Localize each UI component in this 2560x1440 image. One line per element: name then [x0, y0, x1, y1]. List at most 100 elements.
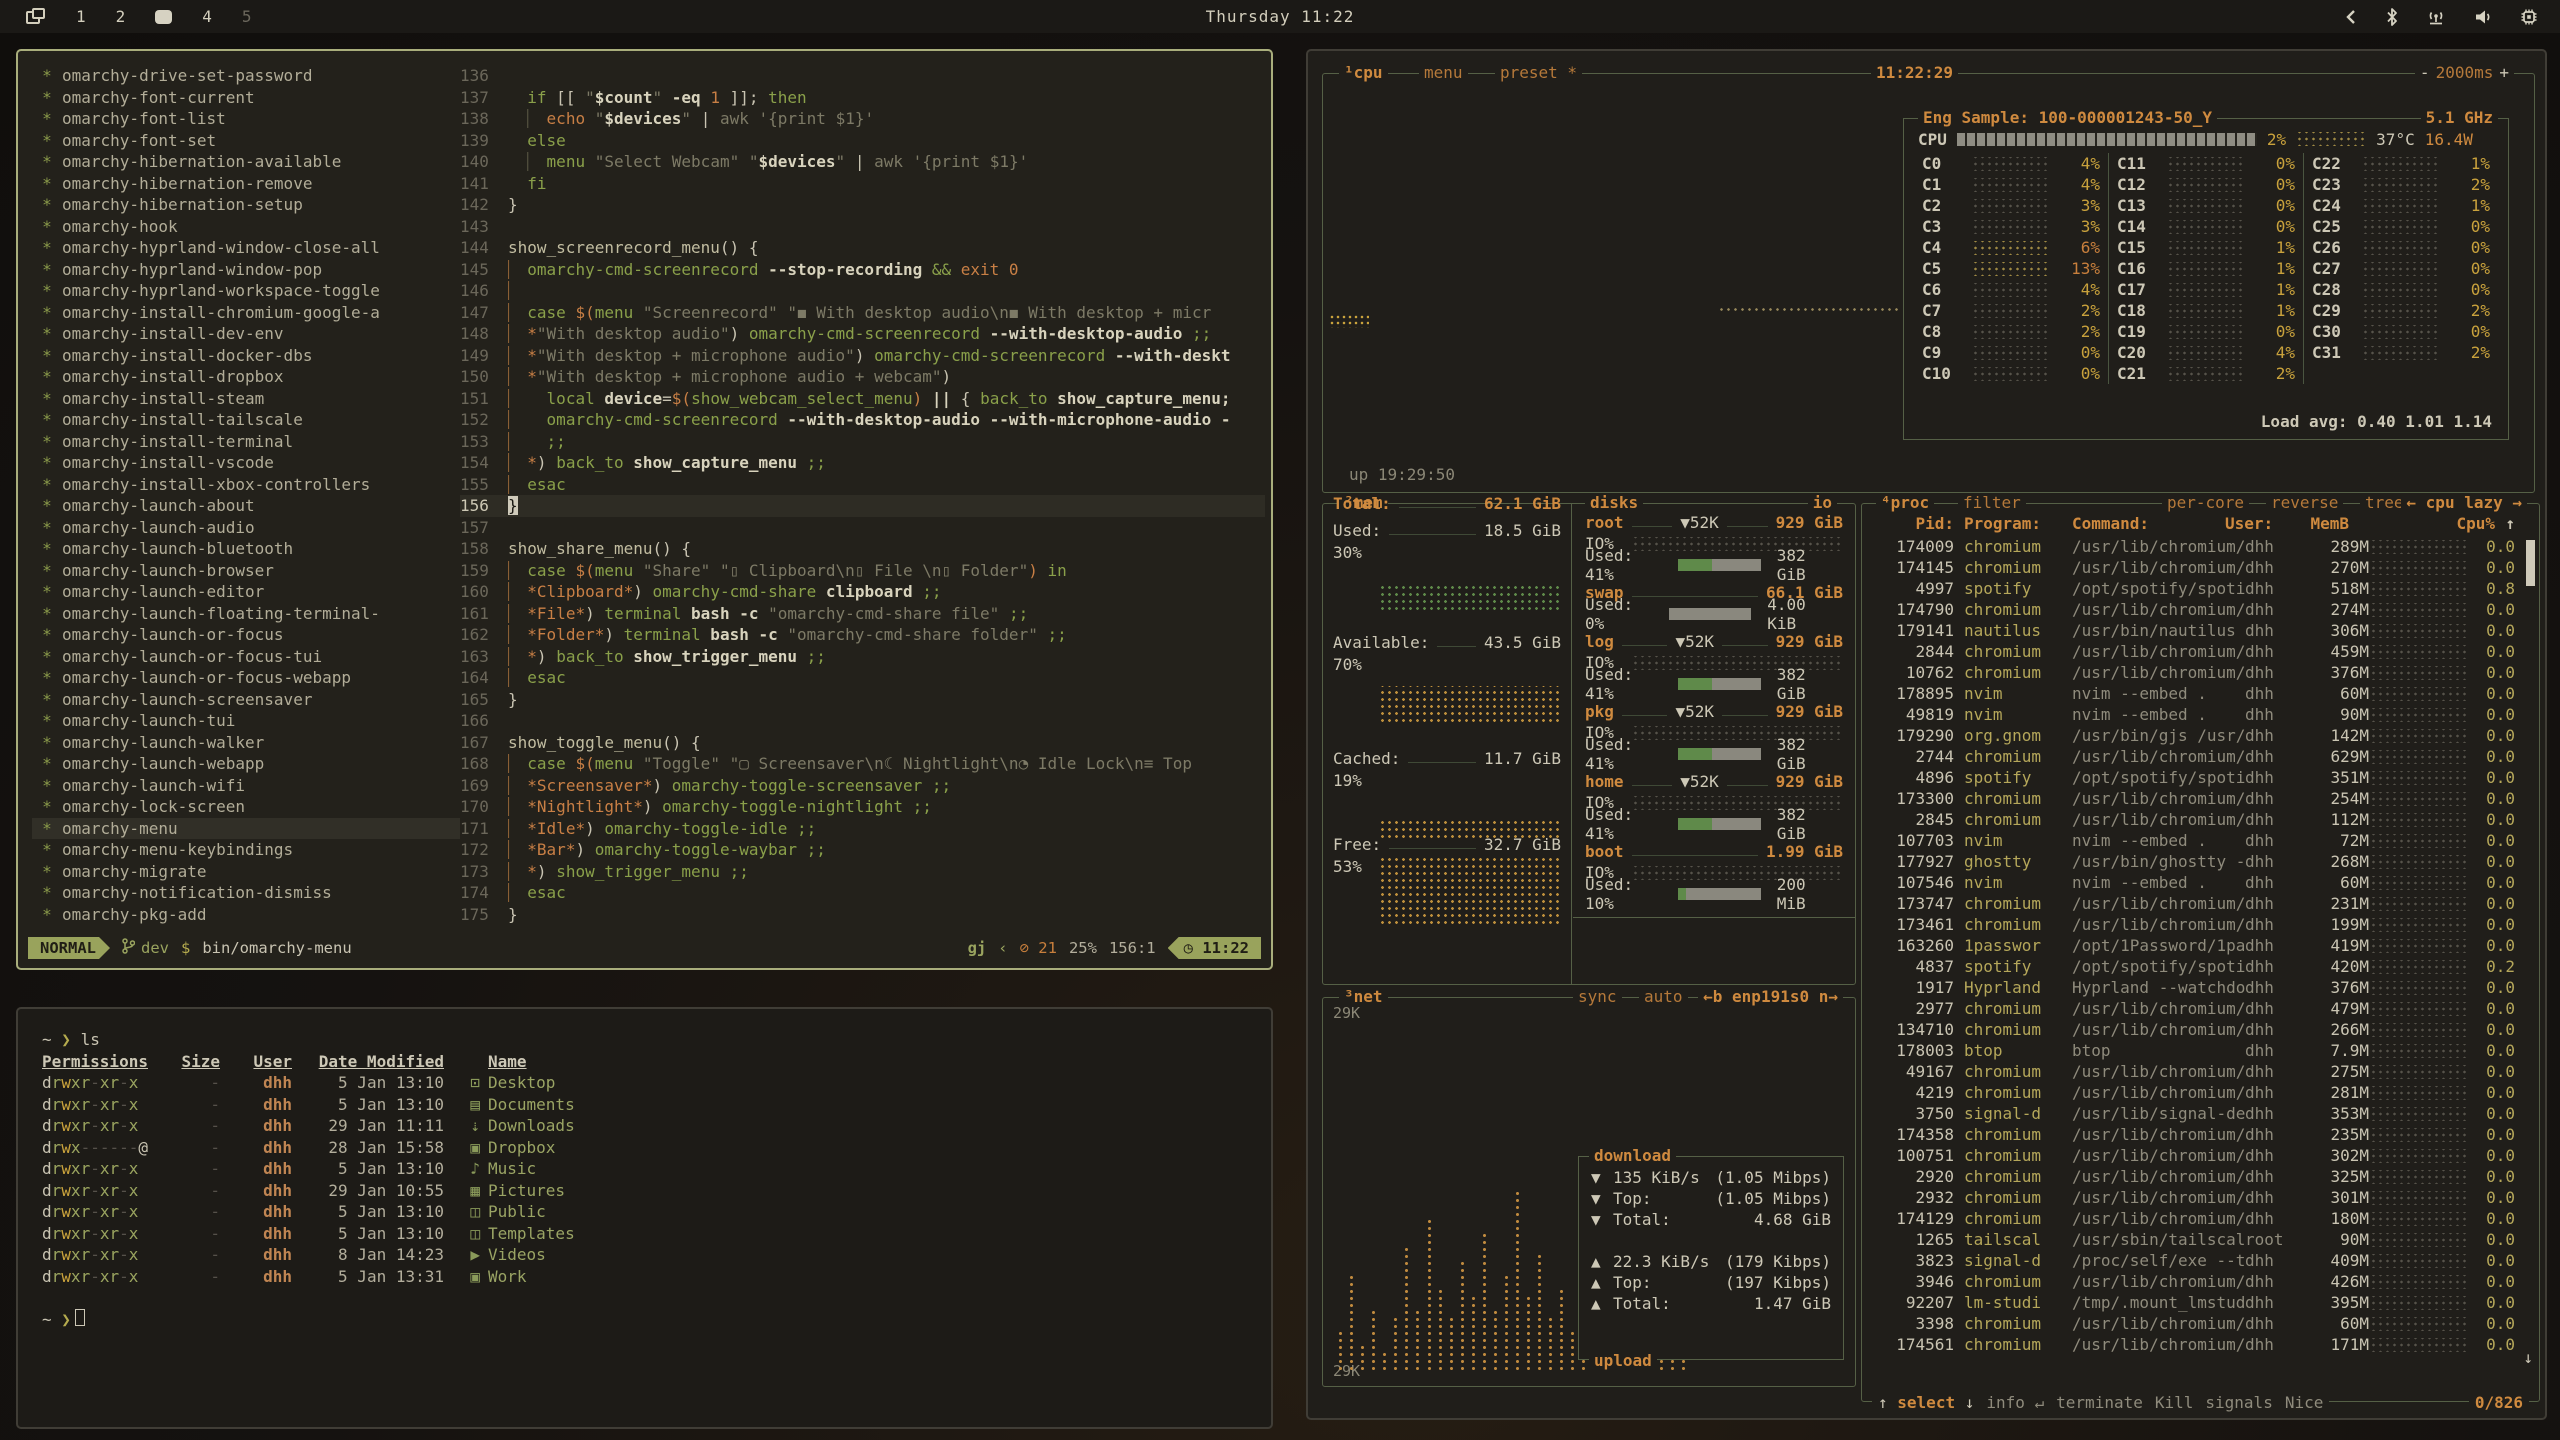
process-row[interactable]: 2845chromium/usr/lib/chromium/chromdhh11… [1870, 809, 2515, 830]
process-row[interactable]: 178895nvimnvim --embed .dhh60M0.0 [1870, 683, 2515, 704]
code-line[interactable]: 148▏ *"With desktop audio") omarchy-cmd-… [460, 323, 1265, 345]
workspace-5[interactable]: 5 [242, 7, 252, 26]
file-item[interactable]: *omarchy-font-set [32, 130, 460, 152]
proc-per-core[interactable]: per-core [2162, 493, 2249, 512]
file-item[interactable]: *omarchy-menu [32, 818, 460, 840]
nice-control[interactable]: Nice [2279, 1393, 2330, 1412]
proc-sort[interactable]: ← cpu lazy → [2401, 493, 2527, 512]
process-row[interactable]: 10762chromium/usr/lib/chromium/chromdhh3… [1870, 662, 2515, 683]
code-line[interactable]: 163▏ *) back_to show_trigger_menu ;; [460, 646, 1265, 668]
code-line[interactable]: 152▏ omarchy-cmd-screenrecord --with-des… [460, 409, 1265, 431]
file-item[interactable]: *omarchy-launch-webapp [32, 753, 460, 775]
file-item[interactable]: *omarchy-migrate [32, 861, 460, 883]
file-item[interactable]: *omarchy-install-xbox-controllers [32, 474, 460, 496]
proc-filter[interactable]: filter [1958, 493, 2026, 512]
network-icon[interactable] [2426, 8, 2446, 26]
process-row[interactable]: 2977chromium/usr/lib/chromium/chromdhh47… [1870, 998, 2515, 1019]
code-line[interactable]: 172▏ *Bar*) omarchy-toggle-waybar ;; [460, 839, 1265, 861]
code-line[interactable]: 144show_screenrecord_menu() { [460, 237, 1265, 259]
code-line[interactable]: 168▏ case $(menu "Toggle" "▢ Screensaver… [460, 753, 1265, 775]
file-item[interactable]: *omarchy-install-vscode [32, 452, 460, 474]
process-row[interactable]: 107703nvimnvim --embed .dhh72M0.0 [1870, 830, 2515, 851]
file-item[interactable]: *omarchy-install-steam [32, 388, 460, 410]
file-item[interactable]: *omarchy-install-chromium-google-a [32, 302, 460, 324]
code-line[interactable]: 140 ▏ menu "Select Webcam" "$devices" | … [460, 151, 1265, 173]
code-line[interactable]: 158show_share_menu() { [460, 538, 1265, 560]
scroll-down-icon[interactable]: ↓ [2523, 1348, 2533, 1367]
file-item[interactable]: *omarchy-drive-set-password [32, 65, 460, 87]
file-item[interactable]: *omarchy-launch-wifi [32, 775, 460, 797]
process-row[interactable]: 3946chromium/usr/lib/chromium/chromdhh42… [1870, 1271, 2515, 1292]
code-line[interactable]: 171▏ *Idle*) omarchy-toggle-idle ;; [460, 818, 1265, 840]
process-row[interactable]: 92207lm-studi/tmp/.mount_lmstudw3AZQdhh3… [1870, 1292, 2515, 1313]
file-item[interactable]: *omarchy-font-current [32, 87, 460, 109]
process-row[interactable]: 174790chromium/usr/lib/chromium/chromdhh… [1870, 599, 2515, 620]
file-item[interactable]: *omarchy-launch-or-focus-tui [32, 646, 460, 668]
code-line[interactable]: 165} [460, 689, 1265, 711]
git-branch[interactable]: dev [122, 938, 169, 958]
file-item[interactable]: *omarchy-hook [32, 216, 460, 238]
process-panel-title[interactable]: ⁴proc [1876, 493, 1934, 512]
file-item[interactable]: *omarchy-hibernation-remove [32, 173, 460, 195]
process-row[interactable]: 1917HyprlandHyprland --watchdog-fddhh376… [1870, 977, 2515, 998]
code-line[interactable]: 138 ▏ echo "$devices" | awk '{print $1}' [460, 108, 1265, 130]
file-item[interactable]: *omarchy-launch-browser [32, 560, 460, 582]
code-line[interactable]: 159▏ case $(menu "Share" "▯ Clipboard\n▯… [460, 560, 1265, 582]
file-item[interactable]: *omarchy-launch-bluetooth [32, 538, 460, 560]
process-row[interactable]: 2920chromium/usr/lib/chromium/chromdhh32… [1870, 1166, 2515, 1187]
file-item[interactable]: *omarchy-launch-about [32, 495, 460, 517]
file-item[interactable]: *omarchy-launch-tui [32, 710, 460, 732]
bluetooth-icon[interactable] [2386, 8, 2398, 26]
process-row[interactable]: 1265tailscal/usr/sbin/tailscaled --root9… [1870, 1229, 2515, 1250]
code-line[interactable]: 149▏ *"With desktop + microphone audio")… [460, 345, 1265, 367]
refresh-interval[interactable]: -2000ms+ [2415, 63, 2514, 82]
select-control[interactable]: ↑ select ↓ [1872, 1393, 1980, 1412]
code-line[interactable]: 139 else [460, 130, 1265, 152]
process-row[interactable]: 1632601passwor/opt/1Password/1passwordhh… [1870, 935, 2515, 956]
net-interface[interactable]: ←b enp191s0 n→ [1698, 987, 1843, 1006]
process-row[interactable]: 173461chromium/usr/lib/chromium/chromdhh… [1870, 914, 2515, 935]
workspace-3[interactable] [155, 10, 172, 24]
process-row[interactable]: 100751chromium/usr/lib/chromium/chromdhh… [1870, 1145, 2515, 1166]
process-row[interactable]: 2932chromium/usr/lib/chromium/chromdhh30… [1870, 1187, 2515, 1208]
menu-button[interactable]: menu [1419, 63, 1468, 82]
file-item[interactable]: *omarchy-install-dropbox [32, 366, 460, 388]
chip-icon[interactable] [2520, 8, 2538, 26]
code-line[interactable]: 160▏ *Clipboard*) omarchy-cmd-share clip… [460, 581, 1265, 603]
process-row[interactable]: 4837spotify/opt/spotify/spotifydhh420M0.… [1870, 956, 2515, 977]
file-item[interactable]: *omarchy-launch-audio [32, 517, 460, 539]
process-row[interactable]: 174561chromium/usr/lib/chromium/chromdhh… [1870, 1334, 2515, 1355]
net-tab-sync[interactable]: sync [1573, 987, 1622, 1006]
process-row[interactable]: 4997spotify/opt/spotify/spotify --dhh518… [1870, 578, 2515, 599]
code-line[interactable]: 154▏ *) back_to show_capture_menu ;; [460, 452, 1265, 474]
code-line[interactable]: 169▏ *Screensaver*) omarchy-toggle-scree… [460, 775, 1265, 797]
process-row[interactable]: 179290org.gnom/usr/bin/gjs /usr/lib/odhh… [1870, 725, 2515, 746]
file-item[interactable]: *omarchy-launch-floating-terminal- [32, 603, 460, 625]
code-line[interactable]: 142} [460, 194, 1265, 216]
code-line[interactable]: 166 [460, 710, 1265, 732]
file-item[interactable]: *omarchy-install-terminal [32, 431, 460, 453]
process-row[interactable]: 134710chromium/usr/lib/chromium/chromdhh… [1870, 1019, 2515, 1040]
workspace-4[interactable]: 4 [202, 7, 212, 26]
file-item[interactable]: *omarchy-launch-or-focus-webapp [32, 667, 460, 689]
process-row[interactable]: 49167chromium/usr/lib/chromium/chromdhh2… [1870, 1061, 2515, 1082]
chevron-left-icon[interactable] [2344, 9, 2358, 25]
process-row[interactable]: 3750signal-d/usr/lib/signal-desktopdhh35… [1870, 1103, 2515, 1124]
code-line[interactable]: 141 fi [460, 173, 1265, 195]
code-line[interactable]: 156} [460, 495, 1265, 517]
code-line[interactable]: 167show_toggle_menu() { [460, 732, 1265, 754]
file-item[interactable]: *omarchy-hibernation-setup [32, 194, 460, 216]
net-tab-auto[interactable]: auto [1639, 987, 1688, 1006]
workspace-1[interactable]: 1 [76, 7, 86, 26]
code-line[interactable]: 153▏ ;; [460, 431, 1265, 453]
process-row[interactable]: 174358chromium/usr/lib/chromium/chromdhh… [1870, 1124, 2515, 1145]
disks-title[interactable]: disks [1585, 493, 1643, 512]
workspace-2[interactable]: 2 [116, 7, 126, 26]
file-item[interactable]: *omarchy-launch-editor [32, 581, 460, 603]
process-row[interactable]: 107546nvimnvim --embed .dhh60M0.0 [1870, 872, 2515, 893]
process-row[interactable]: 179141nautilus/usr/bin/nautilus --newdhh… [1870, 620, 2515, 641]
cpu-panel-title[interactable]: ¹cpu [1339, 63, 1388, 82]
process-row[interactable]: 173300chromium/usr/lib/chromium/chromdhh… [1870, 788, 2515, 809]
file-item[interactable]: *omarchy-menu-keybindings [32, 839, 460, 861]
process-row[interactable]: 4896spotify/opt/spotify/spotify --dhh351… [1870, 767, 2515, 788]
